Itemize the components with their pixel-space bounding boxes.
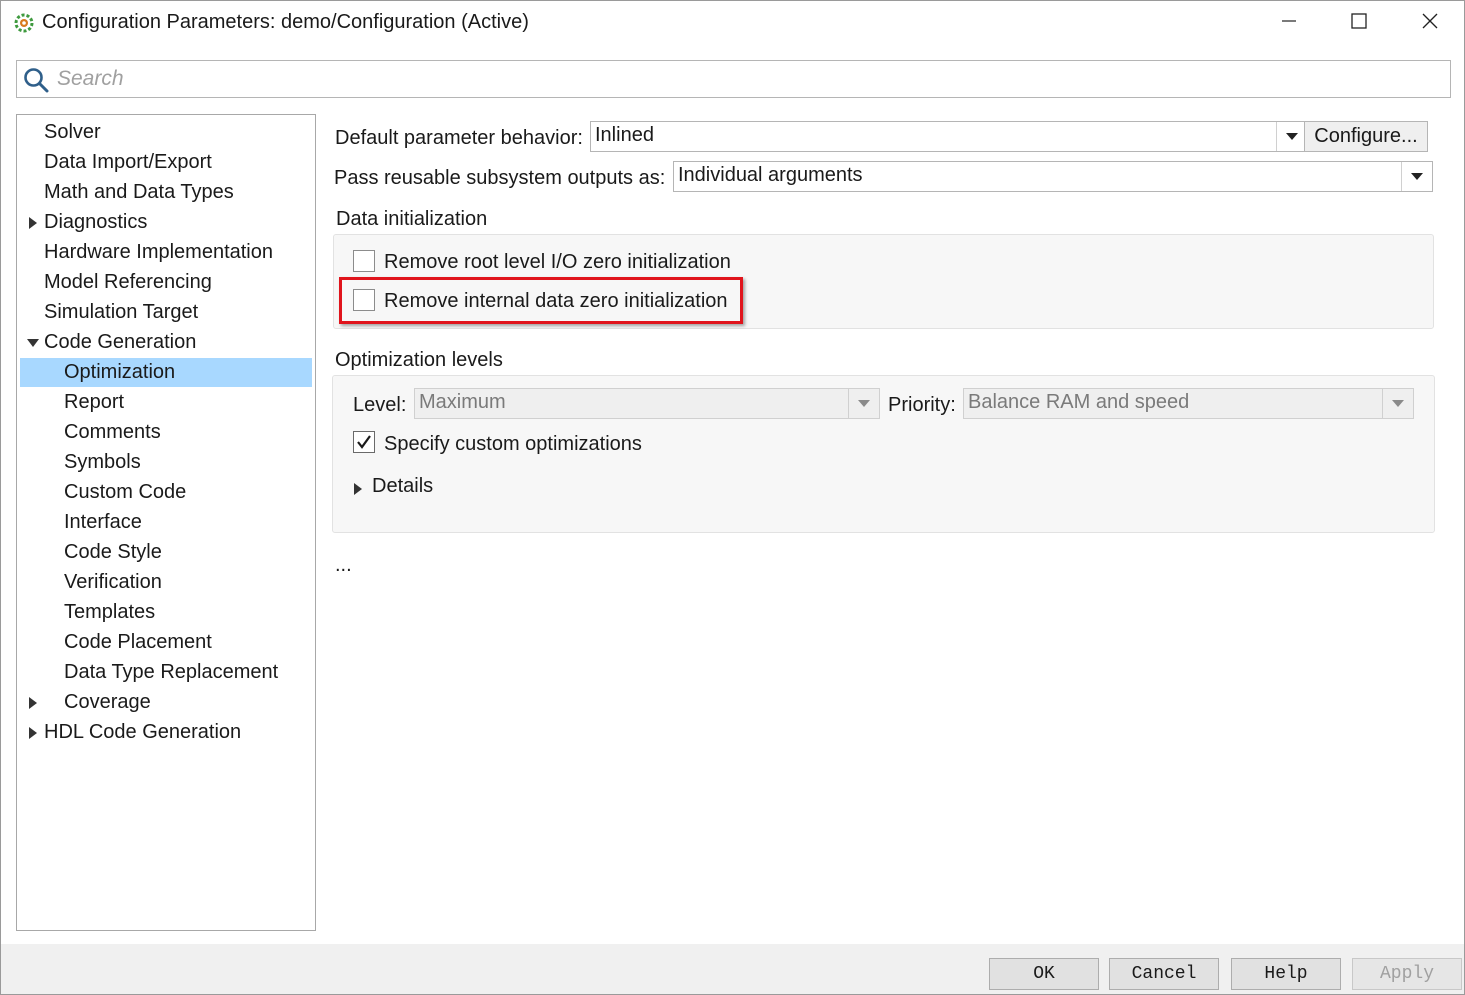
caret-right-icon[interactable] [26,718,40,747]
tree-item-label: Code Generation [44,331,197,353]
tree-item-label: Data Type Replacement [64,661,279,683]
level-dropdown[interactable]: Maximum [414,388,880,419]
maximize-button[interactable] [1324,1,1394,46]
priority-label: Priority: [888,394,956,416]
search-bar [1,46,1464,102]
default-param-dropdown[interactable]: Inlined [590,121,1308,152]
apply-button[interactable]: Apply [1352,958,1462,990]
pass-reusable-label: Pass reusable subsystem outputs as: [334,167,666,189]
tree-item[interactable]: Data Type Replacement [20,658,312,687]
tree-item-label: Comments [64,421,161,443]
default-param-value: Inlined [595,124,654,146]
ok-button[interactable]: OK [989,958,1099,990]
pass-reusable-dropdown[interactable]: Individual arguments [673,161,1433,192]
tree-item[interactable]: Optimization [20,358,312,387]
tree-item[interactable]: Interface [20,508,312,537]
more-ellipsis: ... [335,554,352,576]
dialog-button-bar: OK Cancel Help Apply [1,944,1464,994]
level-value: Maximum [419,391,506,413]
tree-item-label: Custom Code [64,481,187,503]
caret-right-icon[interactable] [353,479,365,495]
tree-item-label: Coverage [64,691,151,713]
custom-opt-label: Specify custom optimizations [384,433,642,455]
title-bar: Configuration Parameters: demo/Configura… [1,1,1464,46]
tree-item-label: Templates [64,601,156,623]
chevron-down-icon [1401,162,1432,191]
category-tree: Solver Data Import/Export Math and Data Ty… [16,114,316,931]
remove-root-label: Remove root level I/O zero initializatio… [384,251,731,273]
tree-item-label: Solver [44,121,101,143]
tree-item-label: Diagnostics [44,211,148,233]
chevron-down-icon [1382,389,1413,418]
tree-item[interactable]: Coverage [20,688,312,717]
tree-item-label: Verification [64,571,162,593]
minimize-button[interactable] [1254,1,1324,46]
help-button[interactable]: Help [1231,958,1341,990]
close-icon [1422,12,1438,35]
default-param-label: Default parameter behavior: [335,127,583,149]
tree-item-label: Model Referencing [44,271,212,293]
tree-item[interactable]: HDL Code Generation [20,718,312,747]
tree-item-label: Code Style [64,541,162,563]
search-input[interactable] [57,65,1437,93]
tree-item[interactable]: Code Style [20,538,312,567]
chevron-down-icon [1276,122,1307,151]
opt-levels-heading: Optimization levels [335,349,503,371]
content-area: Solver Data Import/Export Math and Data Ty… [1,102,1464,944]
config-parameters-dialog: Configuration Parameters: demo/Configura… [0,0,1465,995]
pass-reusable-value: Individual arguments [678,164,863,186]
tree-item[interactable]: Model Referencing [20,268,312,297]
tree-item[interactable]: Diagnostics [20,208,312,237]
minimize-icon [1281,12,1297,35]
tree-item[interactable]: Symbols [20,448,312,477]
tree-item[interactable]: Math and Data Types [20,178,312,207]
tree-item-label: Report [64,391,125,413]
priority-dropdown[interactable]: Balance RAM and speed [963,388,1414,419]
search-icon [23,67,49,93]
tree-item-label: Math and Data Types [44,181,234,203]
tree-item-label: Symbols [64,451,141,473]
cancel-button[interactable]: Cancel [1109,958,1219,990]
priority-value: Balance RAM and speed [968,391,1190,413]
tree-item[interactable]: Hardware Implementation [20,238,312,267]
optimization-pane: Default parameter behavior: Inlined Conf… [317,102,1464,944]
data-init-heading: Data initialization [336,208,488,230]
tree-item-label: Code Placement [64,631,212,653]
tree-item[interactable]: Comments [20,418,312,447]
simulink-gear-icon [13,12,35,34]
tree-item[interactable]: Custom Code [20,478,312,507]
tree-item[interactable]: Report [20,388,312,417]
maximize-icon [1351,12,1367,35]
tree-item-label: Interface [64,511,142,533]
tree-item-label: Hardware Implementation [44,241,273,263]
caret-down-icon[interactable] [26,328,40,357]
tree-item-label: HDL Code Generation [44,721,242,743]
tree-item[interactable]: Templates [20,598,312,627]
search-box[interactable] [16,60,1451,98]
chevron-down-icon [848,389,879,418]
tree-item[interactable]: Solver [20,118,312,147]
level-label: Level: [353,394,407,416]
custom-opt-checkbox[interactable] [353,431,375,453]
caret-right-icon[interactable] [26,688,40,717]
tree-item-label: Simulation Target [44,301,199,323]
configure-button[interactable]: Configure... [1304,121,1428,152]
tree-item[interactable]: Code Placement [20,628,312,657]
tree-item[interactable]: Data Import/Export [20,148,312,177]
tree-item[interactable]: Code Generation [20,328,312,357]
close-button[interactable] [1395,1,1465,46]
window-title: Configuration Parameters: demo/Configura… [42,11,529,33]
details-toggle[interactable]: Details [372,475,433,498]
tree-item-label: Data Import/Export [44,151,212,173]
annotation-highlight-box [339,277,743,324]
tree-item[interactable]: Verification [20,568,312,597]
caret-right-icon[interactable] [26,208,40,237]
remove-root-checkbox[interactable] [353,250,375,272]
tree-item-label: Optimization [64,361,176,383]
tree-item[interactable]: Simulation Target [20,298,312,327]
